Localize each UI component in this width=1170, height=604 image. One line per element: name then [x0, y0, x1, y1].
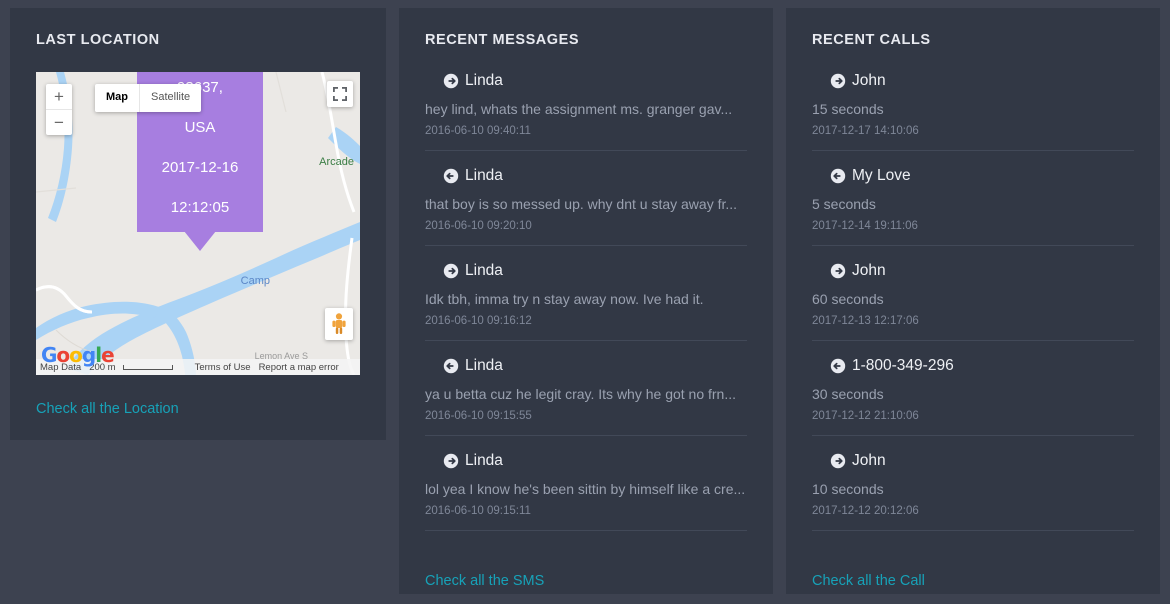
list-item-header: Linda — [425, 72, 747, 90]
arrow-circle-left-icon — [443, 168, 459, 184]
arrow-circle-right-icon — [443, 73, 459, 89]
info-country: USA — [184, 119, 216, 136]
map-place-label-arcade: Arcade — [319, 156, 354, 168]
map-widget[interactable]: Arcade Camp Lemon Ave S 93637, USA 2017-… — [36, 72, 360, 375]
list-item[interactable]: 1-800-349-296 30 seconds 2017-12-12 21:10:… — [812, 357, 1134, 436]
pegman-icon — [332, 313, 346, 334]
page-title: RECENT MESSAGES — [425, 32, 580, 48]
call-duration: 10 seconds — [812, 481, 884, 497]
contact-name: Linda — [465, 72, 503, 89]
street-view-pegman-icon[interactable] — [325, 308, 353, 340]
page-title: LAST LOCATION — [36, 32, 160, 48]
arrow-circle-right-icon — [830, 453, 846, 469]
timestamp: 2017-12-17 14:10:06 — [812, 125, 919, 137]
calls-list: John 15 seconds 2017-12-17 14:10:06 My Love… — [812, 72, 1134, 531]
arrow-circle-right-icon — [830, 73, 846, 89]
check-all-location-link[interactable]: Check all the Location — [36, 401, 179, 417]
timestamp: 2017-12-13 12:17:06 — [812, 315, 919, 327]
contact-name: Linda — [465, 262, 503, 279]
message-preview: that boy is so messed up. why dnt u stay… — [425, 196, 738, 212]
contact-name: 1-800-349-296 — [852, 357, 954, 374]
list-item-header: John — [812, 452, 1134, 470]
recent-messages-card: RECENT MESSAGES Linda hey lind, whats the… — [399, 8, 773, 594]
contact-name: John — [852, 452, 886, 469]
timestamp: 2017-12-12 20:12:06 — [812, 505, 919, 517]
message-preview: ya u betta cuz he legit cray. Its why he… — [425, 386, 737, 402]
list-item-header: My Love — [812, 167, 1134, 185]
fullscreen-icon[interactable] — [327, 81, 353, 107]
call-duration: 5 seconds — [812, 196, 876, 212]
list-item-header: John — [812, 262, 1134, 280]
arrow-circle-left-icon — [830, 168, 846, 184]
arrow-circle-right-icon — [830, 263, 846, 279]
zoom-in-button[interactable]: + — [46, 84, 72, 110]
timestamp: 2017-12-14 19:11:06 — [812, 220, 918, 232]
message-preview: lol yea I know he's been sittin by himse… — [425, 481, 746, 497]
map-place-label-camp: Camp — [240, 275, 270, 287]
timestamp: 2017-12-12 21:10:06 — [812, 410, 919, 422]
google-logo: Google — [41, 343, 115, 367]
contact-name: John — [852, 262, 886, 279]
contact-name: My Love — [852, 167, 911, 184]
list-item-header: Linda — [425, 262, 747, 280]
arrow-circle-left-icon — [443, 358, 459, 374]
list-item-header: Linda — [425, 452, 747, 470]
list-item[interactable]: John 60 seconds 2017-12-13 12:17:06 — [812, 262, 1134, 341]
arrow-circle-left-icon — [830, 358, 846, 374]
list-item-header: John — [812, 72, 1134, 90]
arrow-circle-right-icon — [443, 263, 459, 279]
message-preview: hey lind, whats the assignment ms. grang… — [425, 101, 733, 117]
info-window-tail — [184, 231, 216, 251]
expand-icon — [333, 87, 347, 101]
timestamp: 2016-06-10 09:16:12 — [425, 315, 532, 327]
contact-name: Linda — [465, 357, 503, 374]
contact-name: Linda — [465, 452, 503, 469]
call-duration: 60 seconds — [812, 291, 884, 307]
timestamp: 2016-06-10 09:15:55 — [425, 410, 532, 422]
report-map-error-link[interactable]: Report a map error — [255, 362, 343, 373]
call-duration: 15 seconds — [812, 101, 884, 117]
map-type-satellite-button[interactable]: Satellite — [139, 84, 201, 112]
list-item[interactable]: Linda lol yea I know he's been sittin by … — [425, 452, 747, 531]
dashboard: LAST LOCATION Arcade Camp Lemon Ave S US… — [0, 0, 1170, 594]
contact-name: John — [852, 72, 886, 89]
last-location-card: LAST LOCATION Arcade Camp Lemon Ave S US… — [10, 8, 386, 440]
list-item[interactable]: Linda ya u betta cuz he legit cray. Its w… — [425, 357, 747, 436]
list-item-header: Linda — [425, 357, 747, 375]
check-all-call-link[interactable]: Check all the Call — [812, 573, 925, 589]
terms-of-use-link[interactable]: Terms of Use — [191, 362, 255, 373]
list-item[interactable]: My Love 5 seconds 2017-12-14 19:11:06 — [812, 167, 1134, 246]
list-item-header: Linda — [425, 167, 747, 185]
list-item-header: 1-800-349-296 — [812, 357, 1134, 375]
messages-list: Linda hey lind, whats the assignment ms. … — [425, 72, 747, 531]
list-item[interactable]: Linda hey lind, whats the assignment ms. … — [425, 72, 747, 151]
timestamp: 2016-06-10 09:40:11 — [425, 125, 531, 137]
timestamp: 2016-06-10 09:20:10 — [425, 220, 532, 232]
zoom-out-button[interactable]: − — [46, 110, 72, 135]
page-title: RECENT CALLS — [812, 32, 931, 48]
list-item[interactable]: John 10 seconds 2017-12-12 20:12:06 — [812, 452, 1134, 531]
map-type-map-button[interactable]: Map — [95, 84, 139, 112]
list-item[interactable]: Linda that boy is so messed up. why dnt u… — [425, 167, 747, 246]
check-all-sms-link[interactable]: Check all the SMS — [425, 573, 544, 589]
map-scale-bar — [122, 364, 173, 370]
list-item[interactable]: John 15 seconds 2017-12-17 14:10:06 — [812, 72, 1134, 151]
list-item[interactable]: Linda Idk tbh, imma try n stay away now. … — [425, 262, 747, 341]
call-duration: 30 seconds — [812, 386, 884, 402]
arrow-circle-right-icon — [443, 453, 459, 469]
message-preview: Idk tbh, imma try n stay away now. Ive h… — [425, 291, 704, 307]
contact-name: Linda — [465, 167, 503, 184]
map-type-control[interactable]: Map Satellite — [95, 84, 202, 112]
timestamp: 2016-06-10 09:15:11 — [425, 505, 531, 517]
map-zoom-control[interactable]: + − — [46, 84, 72, 135]
info-time: 12:12:05 — [170, 199, 230, 216]
info-date: 2017-12-16 — [161, 159, 239, 176]
recent-calls-card: RECENT CALLS John 15 seconds 2017-12-17 14… — [786, 8, 1160, 594]
